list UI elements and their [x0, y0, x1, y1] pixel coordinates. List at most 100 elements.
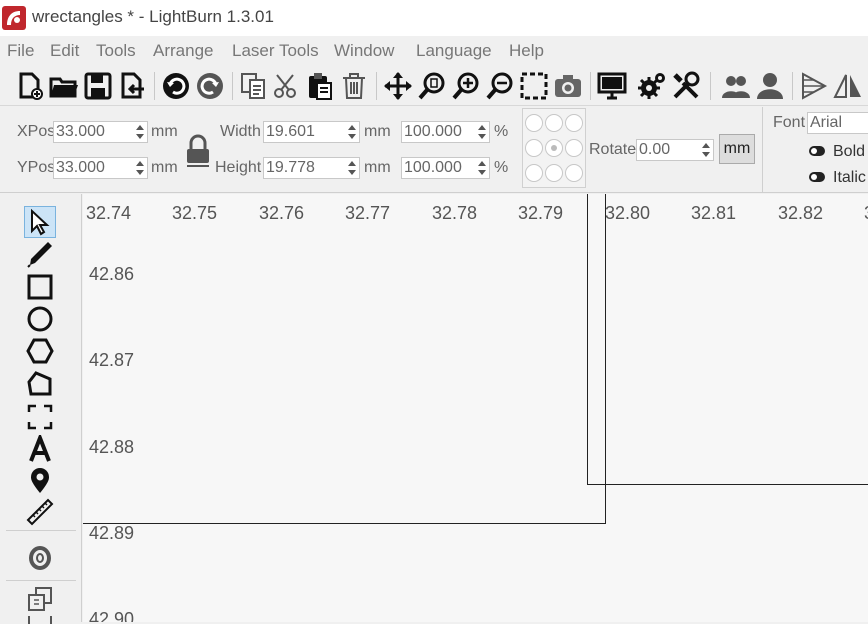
device-icon[interactable]	[596, 70, 628, 102]
tools-icon[interactable]	[670, 70, 702, 102]
rotate-field[interactable]: 0.00	[636, 139, 714, 161]
xpos-value: 33.000	[56, 123, 105, 140]
toolbar-separator	[154, 72, 155, 100]
tool-separator	[6, 530, 76, 531]
zoom-page-icon[interactable]	[416, 70, 448, 102]
font-value: Arial	[810, 114, 843, 131]
zoom-in-icon[interactable]	[450, 70, 482, 102]
design-canvas[interactable]: 32.74 32.75 32.76 32.77 32.78 32.79 32.8…	[83, 194, 868, 622]
users-icon[interactable]	[720, 70, 752, 102]
anchor-top-right[interactable]	[565, 114, 583, 132]
rectangle-b-left-edge[interactable]	[587, 194, 588, 485]
anchor-center[interactable]	[545, 139, 563, 157]
custom-shape-icon[interactable]	[24, 368, 56, 400]
width-field[interactable]: 19.601	[263, 121, 360, 143]
offset-icon[interactable]	[24, 542, 56, 574]
copy-icon[interactable]	[238, 70, 270, 102]
new-file-icon[interactable]	[14, 70, 46, 102]
menu-bar: File Edit Tools Arrange Laser Tools Wind…	[0, 36, 868, 66]
ypos-field[interactable]: 33.000	[53, 157, 148, 179]
ypos-unit: mm	[151, 159, 178, 176]
menu-help[interactable]: Help	[509, 41, 544, 61]
height-unit: mm	[364, 159, 391, 176]
anchor-middle-left[interactable]	[525, 139, 543, 157]
title-bar: wrectangles * - LightBurn 1.3.01	[0, 0, 868, 36]
select-icon[interactable]	[24, 206, 56, 238]
width-spinner-icon[interactable]	[346, 123, 358, 141]
undo-icon[interactable]	[160, 70, 192, 102]
x-ruler-tick: 3	[864, 203, 868, 224]
frame-selection-icon[interactable]	[518, 70, 550, 102]
scale-width-spinner-icon[interactable]	[476, 123, 488, 141]
redo-icon[interactable]	[194, 70, 226, 102]
mirror-v-icon[interactable]	[832, 70, 864, 102]
rectangle-icon[interactable]	[24, 271, 56, 303]
xpos-spinner-icon[interactable]	[134, 123, 146, 141]
scale-height-unit: %	[494, 159, 509, 176]
polygon-icon[interactable]	[24, 335, 56, 367]
mirror-h-icon[interactable]	[798, 70, 830, 102]
camera-icon[interactable]	[552, 70, 584, 102]
xpos-field[interactable]: 33.000	[53, 121, 148, 143]
anchor-middle-right[interactable]	[565, 139, 583, 157]
menu-edit[interactable]: Edit	[50, 41, 79, 61]
menu-laser-tools[interactable]: Laser Tools	[232, 41, 319, 61]
menu-window[interactable]: Window	[334, 41, 394, 61]
rectangle-a-right-edge[interactable]	[605, 194, 606, 524]
cut-icon[interactable]	[270, 70, 302, 102]
ypos-spinner-icon[interactable]	[134, 159, 146, 177]
anchor-bottom-center[interactable]	[545, 164, 563, 182]
toolbar-separator	[590, 72, 591, 100]
bold-toggle[interactable]	[809, 146, 825, 156]
rotate-spinner-icon[interactable]	[700, 141, 712, 159]
zoom-out-icon[interactable]	[484, 70, 516, 102]
scale-height-field[interactable]: 100.000	[401, 157, 490, 179]
scale-height-spinner-icon[interactable]	[476, 159, 488, 177]
menu-file[interactable]: File	[7, 41, 34, 61]
font-panel: Font Arial Bold Italic	[762, 107, 868, 193]
font-select[interactable]: Arial	[807, 112, 868, 134]
y-ruler-tick: 42.86	[89, 264, 135, 284]
text-icon[interactable]	[24, 433, 56, 465]
italic-toggle[interactable]	[809, 172, 825, 182]
menu-language[interactable]: Language	[416, 41, 492, 61]
scale-width-unit: %	[494, 123, 509, 140]
anchor-bottom-left[interactable]	[525, 164, 543, 182]
menu-tools[interactable]: Tools	[96, 41, 136, 61]
menu-arrange[interactable]: Arrange	[153, 41, 213, 61]
import-icon[interactable]	[116, 70, 148, 102]
unit-toggle-button[interactable]: mm	[719, 134, 755, 164]
measure-icon[interactable]	[24, 496, 56, 528]
user-icon[interactable]	[754, 70, 786, 102]
rotate-label: Rotate	[589, 141, 637, 158]
scale-width-field[interactable]: 100.000	[401, 121, 490, 143]
height-field[interactable]: 19.778	[263, 157, 360, 179]
open-folder-icon[interactable]	[48, 70, 80, 102]
group-icon[interactable]	[24, 584, 56, 616]
x-ruler-tick: 32.81	[691, 203, 737, 223]
y-ruler-tick: 42.87	[89, 350, 135, 370]
lock-icon[interactable]	[184, 133, 212, 169]
ypos-value: 33.000	[56, 159, 105, 176]
position-icon[interactable]	[24, 464, 56, 496]
ellipse-icon[interactable]	[24, 303, 56, 335]
anchor-top-left[interactable]	[525, 114, 543, 132]
move-icon[interactable]	[382, 70, 414, 102]
paste-icon[interactable]	[304, 70, 336, 102]
scale-width-value: 100.000	[404, 123, 462, 140]
rectangle-b-bottom-edge[interactable]	[587, 484, 868, 485]
anchor-bottom-right[interactable]	[565, 164, 583, 182]
settings-icon[interactable]	[636, 70, 668, 102]
xpos-label: XPos	[17, 123, 56, 140]
height-spinner-icon[interactable]	[346, 159, 358, 177]
ypos-label: YPos	[17, 159, 56, 176]
pen-icon[interactable]	[24, 238, 56, 270]
weld-icon[interactable]	[24, 616, 56, 624]
toolbar-separator	[792, 72, 793, 100]
delete-icon[interactable]	[338, 70, 370, 102]
rotate-value: 0.00	[639, 141, 671, 158]
frame-icon[interactable]	[24, 401, 56, 433]
save-icon[interactable]	[82, 70, 114, 102]
anchor-top-center[interactable]	[545, 114, 563, 132]
rectangle-a-bottom-edge[interactable]	[83, 523, 606, 524]
